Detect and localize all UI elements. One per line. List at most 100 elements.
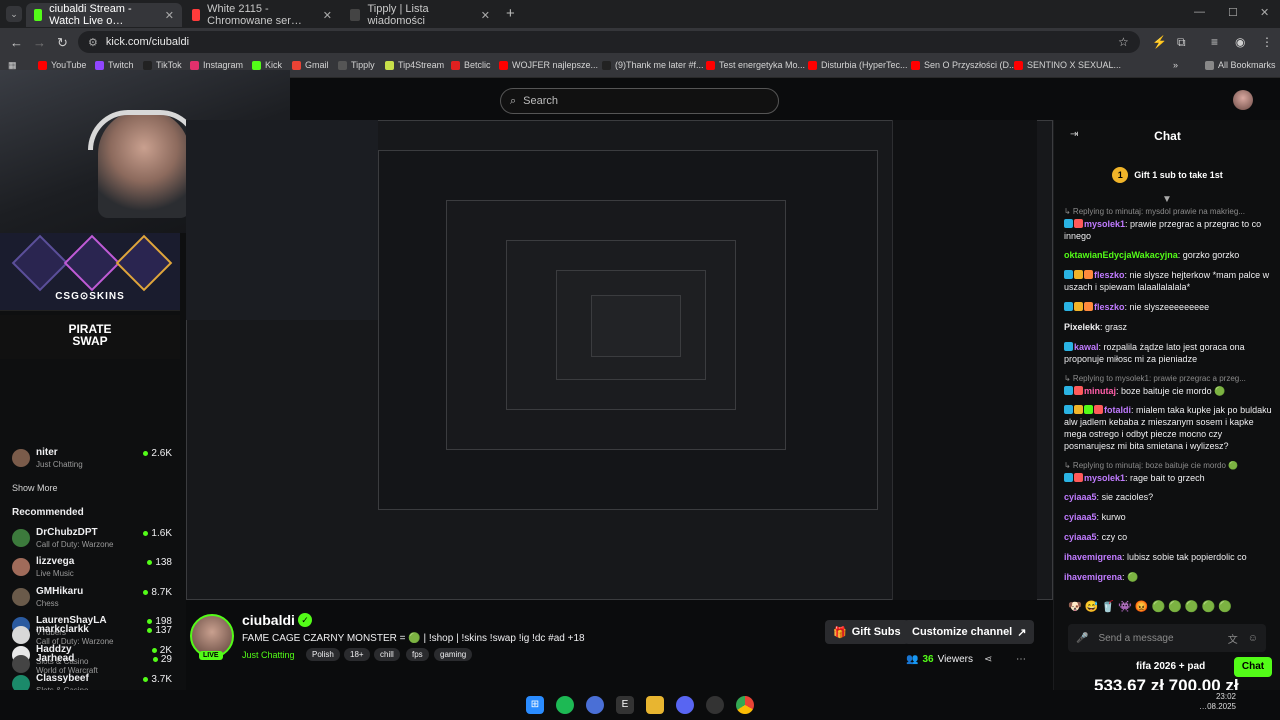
reply-context[interactable]: ↳ Replying to mysolek1: prawie przegrac …: [1064, 373, 1274, 385]
bookmark-kick[interactable]: Kick: [252, 60, 282, 70]
bookmark-twitch[interactable]: Twitch: [95, 60, 134, 70]
forward-icon[interactable]: →: [33, 35, 46, 50]
csgoskins-banner[interactable]: CSG⊙SKINS: [0, 233, 180, 311]
tag-polish[interactable]: Polish: [306, 648, 340, 661]
chat-username[interactable]: minutaj: [1084, 386, 1116, 396]
bookmark-youtube[interactable]: YouTube: [38, 60, 86, 70]
reload-icon[interactable]: ↻: [57, 35, 68, 51]
menu-icon[interactable]: ⋮: [1261, 35, 1273, 49]
bookmark-gmail[interactable]: Gmail: [292, 60, 329, 70]
minimize-icon[interactable]: —: [1194, 6, 1205, 18]
bookmark-sentino[interactable]: SENTINO X SEXUAL...: [1014, 60, 1121, 70]
bookmark-instagram[interactable]: Instagram: [190, 60, 243, 70]
emote-icon[interactable]: 👾: [1118, 600, 1132, 613]
chat-input[interactable]: 🎤 Send a message 文 ☺: [1068, 624, 1266, 652]
show-more-link[interactable]: Show More: [12, 483, 58, 493]
bookmark-disturbia[interactable]: Disturbia (HyperTec...: [808, 60, 908, 70]
epic-games-icon[interactable]: E: [616, 696, 634, 714]
reply-context[interactable]: ↳ Replying to minutaj: mysdol prawie na …: [1064, 206, 1274, 218]
tab-kick[interactable]: ciubaldi Stream - Watch Live o… ✕: [26, 3, 182, 27]
puzzle-icon[interactable]: ⧉: [1177, 35, 1186, 50]
customize-channel-button[interactable]: Customize channel ↗: [904, 620, 1035, 644]
gift-subs-button[interactable]: 🎁 Gift Subs: [825, 620, 909, 644]
windows-start-icon[interactable]: ⊞: [526, 696, 544, 714]
sidebar-item-lizzvega[interactable]: lizzvega Live Music 138: [12, 556, 172, 584]
all-bookmarks[interactable]: All Bookmarks: [1205, 60, 1276, 70]
folder-icon[interactable]: [646, 696, 664, 714]
reply-context[interactable]: ↳ Replying to minutaj: boze baituje cie …: [1064, 460, 1274, 472]
tab-tipply[interactable]: Tipply | Lista wiadomości ✕: [342, 3, 498, 27]
emote-icon[interactable]: 🟢: [1185, 600, 1199, 613]
discord-icon[interactable]: [676, 696, 694, 714]
emoji-icon[interactable]: ☺: [1248, 633, 1258, 644]
tag-18plus[interactable]: 18+: [344, 648, 370, 661]
obs-icon[interactable]: [706, 696, 724, 714]
chat-username[interactable]: Pixelekk: [1064, 322, 1100, 332]
sidebar-item-drchubzdpt[interactable]: DrChubzDPT Call of Duty: Warzone 1.6K: [12, 527, 172, 555]
chat-username[interactable]: fleszko: [1094, 270, 1125, 280]
chat-username[interactable]: ihavemigrena: [1064, 572, 1122, 582]
sidebar-item-niter[interactable]: niter Just Chatting 2.6K: [12, 447, 172, 475]
tag-chill[interactable]: chill: [374, 648, 400, 661]
tag-fps[interactable]: fps: [406, 648, 429, 661]
chat-username[interactable]: kawal: [1074, 342, 1099, 352]
emote-icon[interactable]: 🐶: [1068, 600, 1082, 613]
chat-username[interactable]: oktawianEdycjaWakacyjna: [1064, 250, 1178, 260]
sidebar-item-markclarkk[interactable]: markclarkk Call of Duty: Warzone 137: [12, 624, 172, 652]
bookmark-thank-me-later[interactable]: (9)Thank me later #f...: [602, 60, 704, 70]
site-search-input[interactable]: ⌕ Search: [500, 88, 779, 114]
bookmark-tip4stream[interactable]: Tip4Stream: [385, 60, 444, 70]
gift-sub-banner[interactable]: 1 Gift 1 sub to take 1st: [1054, 164, 1280, 186]
media-icon[interactable]: ≡: [1211, 35, 1218, 49]
video-player[interactable]: [186, 120, 1053, 600]
app-icon[interactable]: [586, 696, 604, 714]
close-tab-icon[interactable]: ✕: [323, 9, 332, 22]
emote-icon[interactable]: 🟢: [1152, 600, 1166, 613]
chat-username[interactable]: fotaldi: [1104, 405, 1131, 415]
bookmark-test-energetyka[interactable]: Test energetyka Mo...: [706, 60, 805, 70]
pinned-chevron-icon[interactable]: ▼: [1162, 194, 1172, 205]
emote-icon[interactable]: 🥤: [1101, 600, 1115, 613]
maximize-icon[interactable]: ☐: [1228, 6, 1238, 19]
site-info-icon[interactable]: ⚙: [88, 36, 98, 49]
tag-gaming[interactable]: gaming: [434, 648, 473, 661]
close-window-icon[interactable]: ✕: [1260, 6, 1269, 19]
emote-icon[interactable]: 😡: [1135, 600, 1149, 613]
more-options-icon[interactable]: ⋯: [1016, 654, 1026, 665]
bookmark-tiktok[interactable]: TikTok: [143, 60, 182, 70]
chat-username[interactable]: fleszko: [1094, 302, 1125, 312]
chat-username[interactable]: cyiaaa5: [1064, 492, 1097, 502]
channel-name[interactable]: ciubaldi: [242, 612, 295, 628]
bookmark-wojfer[interactable]: WOJFER najlepsze...: [499, 60, 598, 70]
sidebar-item-jarhead[interactable]: Jarhead World of Warcraft 29: [12, 653, 172, 681]
emote-icon[interactable]: 🟢: [1168, 600, 1182, 613]
bookmark-sen-o-przyszlosci[interactable]: Sen O Przyszłości (D...: [911, 60, 1017, 70]
tab-search-button[interactable]: ⌄: [6, 6, 22, 22]
pirateswap-banner[interactable]: PIRATE SWAP: [0, 315, 180, 359]
emote-icon[interactable]: 😅: [1085, 600, 1099, 613]
emote-icon[interactable]: 🟢: [1202, 600, 1216, 613]
extension-icon[interactable]: ⚡: [1152, 35, 1167, 49]
share-icon[interactable]: ⋖: [984, 654, 992, 665]
tab-white[interactable]: White 2115 - Chromowane ser… ✕: [184, 3, 340, 27]
new-tab-button[interactable]: +: [506, 5, 515, 22]
sidebar-item-gmhikaru[interactable]: GMHikaru Chess 8.7K: [12, 586, 172, 614]
microphone-icon[interactable]: 🎤: [1076, 633, 1088, 644]
bookmark-star-icon[interactable]: ☆: [1118, 35, 1129, 49]
close-tab-icon[interactable]: ✕: [165, 9, 174, 22]
chrome-icon[interactable]: [736, 696, 754, 714]
close-tab-icon[interactable]: ✕: [481, 9, 490, 22]
stream-category-link[interactable]: Just Chatting: [242, 650, 295, 660]
chat-username[interactable]: cyiaaa5: [1064, 512, 1097, 522]
profile-icon[interactable]: ◉: [1235, 35, 1245, 49]
address-bar[interactable]: ⚙ kick.com/ciubaldi: [78, 31, 1140, 53]
chat-username[interactable]: ihavemigrena: [1064, 552, 1122, 562]
translate-icon[interactable]: 文: [1228, 631, 1238, 646]
bookmark-betclic[interactable]: Betclic: [451, 60, 491, 70]
chat-username[interactable]: cyiaaa5: [1064, 532, 1097, 542]
back-icon[interactable]: ←: [10, 35, 23, 50]
bookmark-tipply[interactable]: Tipply: [338, 60, 375, 70]
user-avatar[interactable]: [1233, 90, 1253, 110]
chat-username[interactable]: mysolek1: [1084, 219, 1125, 229]
bookmarks-overflow-icon[interactable]: »: [1173, 60, 1178, 70]
